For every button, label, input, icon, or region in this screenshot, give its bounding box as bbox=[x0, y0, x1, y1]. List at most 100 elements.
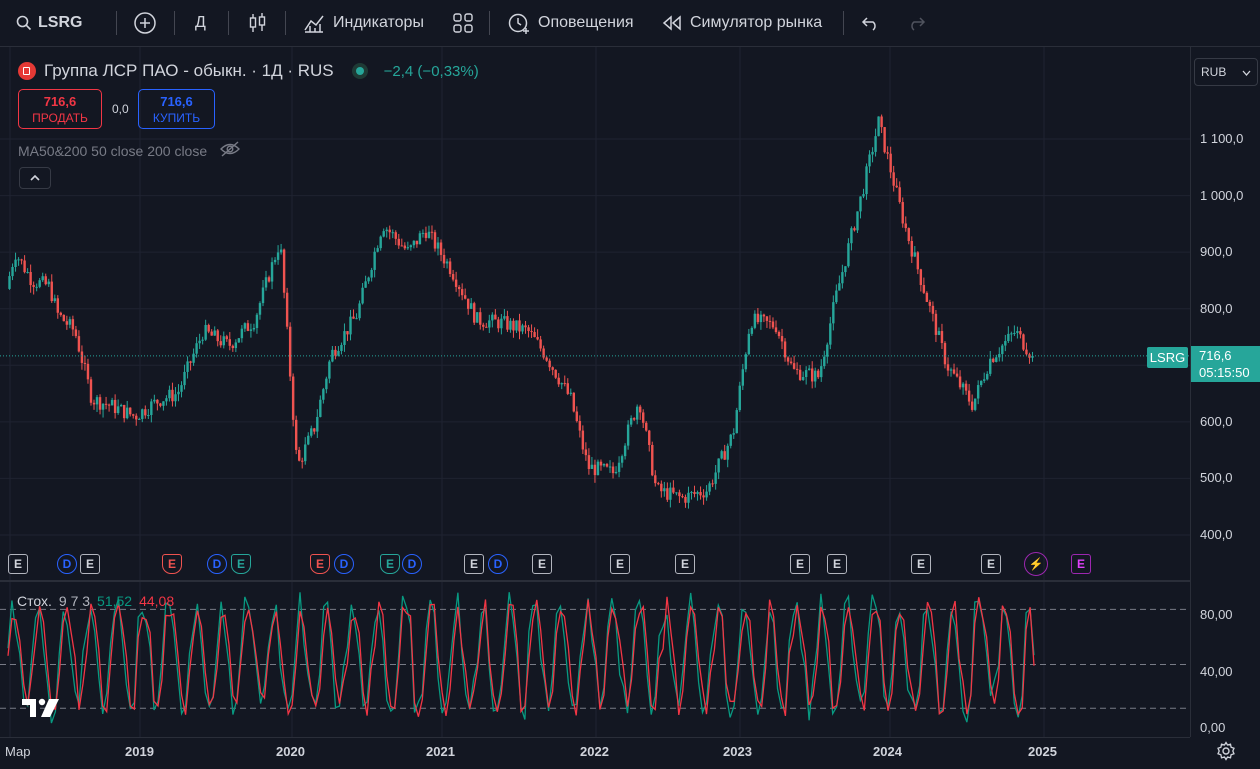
candle-body bbox=[358, 303, 361, 319]
dividend-event-marker[interactable]: D bbox=[207, 554, 227, 574]
templates-button[interactable] bbox=[452, 0, 474, 46]
candle-body bbox=[648, 430, 651, 445]
dividend-event-marker[interactable]: D bbox=[488, 554, 508, 574]
plus-circle-icon bbox=[133, 11, 157, 35]
candle-body bbox=[8, 276, 11, 289]
buy-button[interactable]: 716,6 КУПИТЬ bbox=[138, 89, 215, 129]
candle-body bbox=[243, 323, 247, 329]
candle-body bbox=[768, 320, 772, 322]
earnings-event-marker[interactable]: E bbox=[380, 554, 400, 574]
candle-body bbox=[844, 266, 847, 273]
tradingview-logo[interactable] bbox=[22, 697, 60, 724]
ma-indicator-legend[interactable]: MA50&200 50 close 200 close bbox=[18, 141, 241, 160]
candle-body bbox=[445, 261, 449, 264]
candle-body bbox=[678, 492, 681, 497]
candle-body bbox=[228, 339, 232, 346]
candle-body bbox=[147, 415, 150, 417]
candle-body bbox=[171, 389, 174, 402]
earnings-event-marker[interactable]: E bbox=[827, 554, 847, 574]
chart-type-button[interactable] bbox=[248, 0, 268, 46]
candle-body bbox=[310, 428, 313, 436]
candle-body bbox=[125, 407, 129, 419]
candle-body bbox=[910, 240, 913, 257]
earnings-event-marker[interactable]: E bbox=[8, 554, 28, 574]
candle-body bbox=[620, 456, 624, 463]
candle-body bbox=[826, 344, 829, 357]
earnings-event-marker[interactable]: E bbox=[231, 554, 251, 574]
symbol-search-button[interactable]: LSRG bbox=[16, 0, 82, 46]
candle-body bbox=[786, 357, 790, 362]
candle-body bbox=[17, 259, 20, 261]
candle-body bbox=[132, 414, 135, 416]
candle-body bbox=[771, 321, 775, 328]
candle-body bbox=[162, 401, 165, 406]
stochastic-pane bbox=[0, 592, 1190, 724]
candle-body bbox=[92, 402, 96, 405]
candle-body bbox=[596, 461, 600, 476]
earnings-event-marker[interactable]: E bbox=[790, 554, 810, 574]
candle-body bbox=[29, 271, 32, 286]
pane-divider[interactable] bbox=[0, 580, 1190, 582]
earnings-event-marker[interactable]: E bbox=[610, 554, 630, 574]
settings-gear-icon[interactable] bbox=[1216, 741, 1236, 766]
market-replay-button[interactable]: Симулятор рынка bbox=[662, 0, 822, 46]
earnings-event-marker[interactable]: E bbox=[911, 554, 931, 574]
candle-body bbox=[593, 464, 597, 476]
candle-body bbox=[820, 366, 823, 378]
candle-body bbox=[294, 419, 298, 450]
candle-body bbox=[814, 370, 817, 382]
candle-body bbox=[1004, 341, 1007, 346]
candle-body bbox=[307, 435, 310, 445]
earnings-event-marker[interactable]: E bbox=[162, 554, 182, 574]
sell-button[interactable]: 716,6 ПРОДАТЬ bbox=[18, 89, 102, 129]
earnings-event-marker[interactable]: E bbox=[310, 554, 330, 574]
candle-body bbox=[521, 325, 524, 332]
dividend-event-marker[interactable]: D bbox=[57, 554, 77, 574]
candle-body bbox=[20, 259, 23, 261]
undo-button[interactable] bbox=[861, 0, 881, 46]
candle-body bbox=[527, 327, 530, 332]
candle-body bbox=[177, 391, 180, 395]
candle-body bbox=[503, 316, 506, 319]
collapse-legend-button[interactable] bbox=[19, 167, 51, 189]
hidden-eye-icon[interactable] bbox=[219, 141, 241, 160]
price-axis[interactable] bbox=[1190, 47, 1260, 737]
redo-button[interactable] bbox=[906, 0, 926, 46]
earnings-event-marker[interactable]: E bbox=[1071, 554, 1091, 574]
dividend-event-marker[interactable]: D bbox=[334, 554, 354, 574]
candle-body bbox=[213, 330, 216, 336]
candle-body bbox=[859, 196, 862, 212]
alerts-button[interactable]: Оповещения bbox=[507, 0, 634, 46]
dividend-event-marker[interactable]: D bbox=[402, 554, 422, 574]
earnings-event-marker[interactable]: E bbox=[675, 554, 695, 574]
candle-body bbox=[231, 345, 235, 349]
candle-body bbox=[35, 286, 38, 288]
candle-body bbox=[835, 290, 838, 303]
candle-body bbox=[690, 492, 693, 494]
candle-body bbox=[436, 242, 440, 249]
candle-body bbox=[545, 357, 548, 361]
candle-body bbox=[605, 464, 609, 467]
candle-body bbox=[804, 370, 808, 377]
candle-body bbox=[841, 272, 844, 284]
candle-body bbox=[328, 361, 331, 379]
candle-body bbox=[614, 471, 618, 474]
candle-body bbox=[207, 324, 210, 332]
candle-body bbox=[536, 337, 539, 340]
earnings-event-marker[interactable]: E bbox=[981, 554, 1001, 574]
earnings-event-marker[interactable]: E bbox=[80, 554, 100, 574]
stoch-legend[interactable]: Стох. 9 7 3 51,52 44,08 bbox=[17, 593, 174, 609]
candle-body bbox=[602, 464, 606, 466]
split-event-marker[interactable]: ⚡ bbox=[1024, 552, 1048, 576]
earnings-event-marker[interactable]: E bbox=[464, 554, 484, 574]
last-price-symbol-tag: LSRG bbox=[1147, 347, 1188, 368]
candle-body bbox=[1010, 333, 1013, 335]
earnings-event-marker[interactable]: E bbox=[532, 554, 552, 574]
interval-button[interactable]: Д bbox=[195, 0, 206, 46]
candle-body bbox=[539, 339, 542, 349]
candle-body bbox=[150, 401, 153, 416]
indicators-button[interactable]: Индикаторы bbox=[303, 0, 424, 46]
time-tick-label: 2022 bbox=[580, 744, 609, 759]
compare-symbol-button[interactable] bbox=[133, 0, 157, 46]
candle-body bbox=[675, 492, 678, 494]
